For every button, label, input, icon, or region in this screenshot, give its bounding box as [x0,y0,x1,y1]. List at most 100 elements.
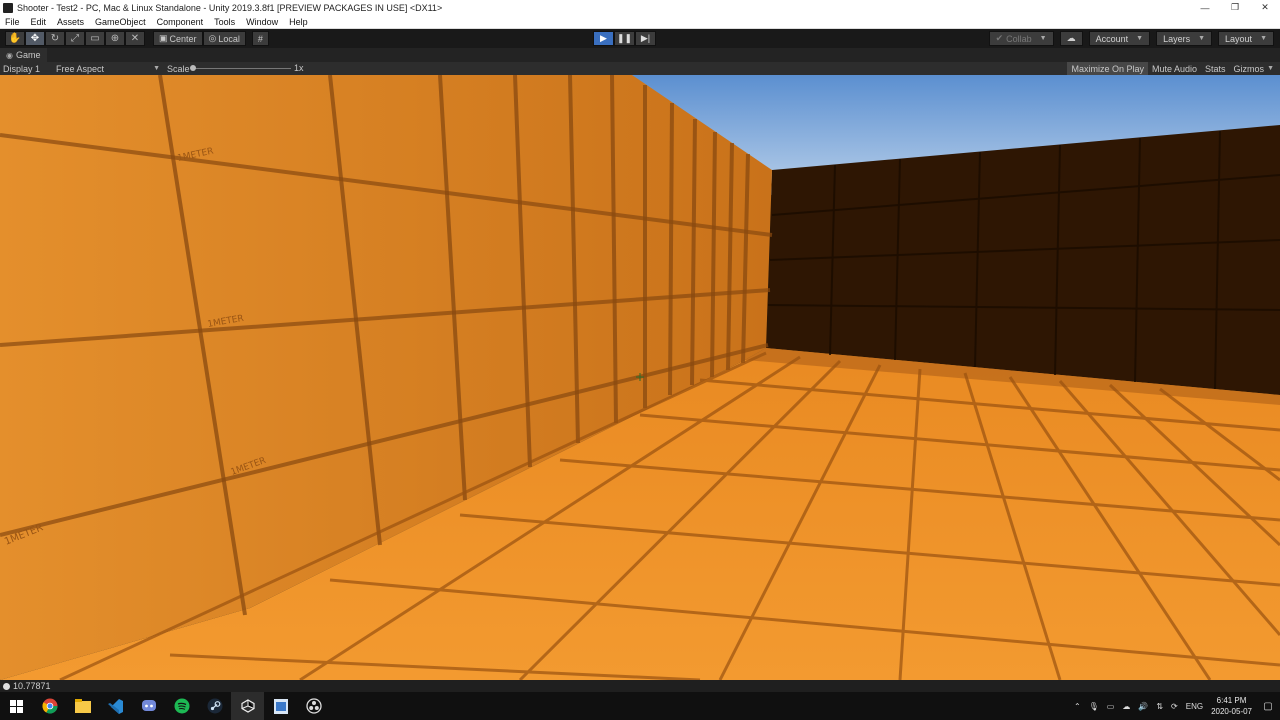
custom-tool-icon[interactable]: ✕ [125,31,145,46]
maximize-on-play-label: Maximize On Play [1071,63,1144,74]
menu-gameobject[interactable]: GameObject [95,17,146,27]
cloud-icon: ☁ [1066,33,1076,43]
account-label: Account [1095,33,1129,44]
cloud-button[interactable]: ☁ [1059,31,1083,46]
microphone-icon[interactable]: 🎙 [1089,702,1099,711]
chevron-down-icon: ▼ [1039,35,1047,42]
windows-taskbar: ⌃ 🎙 ▭ ☁ 🔊 ⇅ ⟳ ENG 6:41 PM 2020-05-07 ▢ [0,692,1280,720]
pivot-center-button[interactable]: ▣ Center [153,31,203,46]
display-label: Display 1 [3,63,41,74]
file-explorer-icon[interactable] [66,692,99,720]
scale-label: Scale [167,63,190,74]
pause-button[interactable]: ❚❚ [614,31,635,46]
chevron-down-icon: ▼ [1267,65,1274,72]
console-status-bar[interactable]: 10.77871 [0,680,1280,692]
display-icon[interactable]: ▭ [1107,702,1115,711]
chrome-icon[interactable] [33,692,66,720]
pause-icon: ❚❚ [616,33,633,43]
play-button[interactable]: ▶ [593,31,614,46]
collab-dropdown[interactable]: ✔ Collab ▼ [988,31,1054,46]
clock-time: 6:41 PM [1216,696,1247,705]
layers-label: Layers [1163,33,1191,44]
pivot-local-button[interactable]: ◎ Local [202,31,246,46]
window-controls: — ❐ ✕ [1190,0,1280,15]
menu-tools[interactable]: Tools [214,17,235,27]
system-tray: ⌃ 🎙 ▭ ☁ 🔊 ⇅ ⟳ ENG 6:41 PM 2020-05-07 [1074,692,1280,720]
rect-tool-icon[interactable]: ▭ [85,31,105,46]
grid-icon: # [257,33,263,44]
local-icon: ◎ [208,33,217,43]
step-button[interactable]: ▶| [635,31,656,46]
scale-value: 1x [294,63,304,73]
step-icon: ▶| [640,33,651,43]
clock[interactable]: 6:41 PM 2020-05-07 [1211,695,1252,717]
scale-slider[interactable] [191,68,291,69]
menu-bar: File Edit Assets GameObject Component To… [0,15,1280,29]
tab-bar: ◉ Game [0,48,1280,62]
play-controls: ▶ ❚❚ ▶| [593,31,656,46]
windows-start-icon[interactable] [0,692,33,720]
transform-tool-icon[interactable]: ⊕ [105,31,125,46]
stats-toggle[interactable]: Stats [1201,62,1230,75]
unity-taskbar-icon[interactable] [231,692,264,720]
layers-dropdown[interactable]: Layers ▼ [1156,31,1213,46]
paint-icon[interactable] [264,692,297,720]
console-last-log: 10.77871 [13,681,51,691]
display-dropdown[interactable]: Display 1 [3,64,51,74]
rotate-tool-icon[interactable]: ↻ [45,31,65,46]
maximize-button[interactable]: ❐ [1220,0,1250,15]
grid-snap-button[interactable]: # [251,31,269,46]
scale-slider-handle[interactable] [190,65,196,71]
aspect-dropdown[interactable]: Free Aspect ▼ [56,64,160,74]
move-tool-icon[interactable]: ✥ [25,31,45,46]
steam-icon[interactable] [198,692,231,720]
language-indicator[interactable]: ENG [1186,702,1203,711]
chevron-up-icon[interactable]: ⌃ [1074,702,1081,711]
clock-date: 2020-05-07 [1211,707,1252,716]
sync-icon[interactable]: ⟳ [1171,702,1178,711]
tab-game[interactable]: ◉ Game [0,48,47,62]
hand-tool-icon[interactable]: ✋ [5,31,25,46]
menu-assets[interactable]: Assets [57,17,84,27]
account-dropdown[interactable]: Account ▼ [1088,31,1151,46]
collab-label: Collab [1006,33,1032,44]
discord-icon[interactable] [132,692,165,720]
spotify-icon[interactable] [165,692,198,720]
stats-label: Stats [1205,63,1226,74]
chevron-down-icon: ▼ [1260,35,1267,42]
pivot-group: ▣ Center ◎ Local # [153,31,269,46]
gamepad-icon: ◉ [6,50,13,60]
pivot-local-label: Local [218,33,240,44]
menu-file[interactable]: File [5,17,20,27]
maximize-on-play-toggle[interactable]: Maximize On Play [1067,62,1148,75]
toolbar-right: ✔ Collab ▼ ☁ Account ▼ Layers ▼ Layout ▼ [988,31,1274,46]
tab-game-label: Game [15,50,41,60]
vscode-icon[interactable] [99,692,132,720]
collab-check-icon: ✔ [995,33,1004,43]
menu-component[interactable]: Component [157,17,204,27]
game-view-options: Maximize On Play Mute Audio Stats Gizmos… [1067,62,1278,75]
notification-center-icon[interactable]: ▢ [1256,692,1280,720]
aspect-label: Free Aspect [56,63,105,74]
network-icon[interactable]: ⇅ [1156,702,1163,711]
game-viewport[interactable]: 1METER 1METER 1METER 1METER [0,75,1280,680]
volume-icon[interactable]: 🔊 [1138,702,1148,711]
chevron-down-icon: ▼ [1136,35,1144,42]
obs-icon[interactable] [297,692,330,720]
cloud-tray-icon[interactable]: ☁ [1122,702,1130,711]
gizmos-dropdown[interactable]: Gizmos ▼ [1230,62,1278,75]
info-icon [3,682,10,690]
minimize-button[interactable]: — [1190,0,1220,15]
chevron-down-icon: ▼ [153,65,160,72]
close-button[interactable]: ✕ [1250,0,1280,15]
menu-window[interactable]: Window [246,17,278,27]
menu-help[interactable]: Help [289,17,308,27]
mute-audio-toggle[interactable]: Mute Audio [1148,62,1201,75]
layout-label: Layout [1225,33,1253,44]
game-view-toolbar: Display 1 Free Aspect ▼ Scale 1x Maximiz… [0,62,1280,75]
scale-tool-icon[interactable]: ⤢ [65,31,85,46]
mute-audio-label: Mute Audio [1152,63,1198,74]
menu-edit[interactable]: Edit [31,17,47,27]
layout-dropdown[interactable]: Layout ▼ [1218,31,1274,46]
play-icon: ▶ [600,33,607,43]
